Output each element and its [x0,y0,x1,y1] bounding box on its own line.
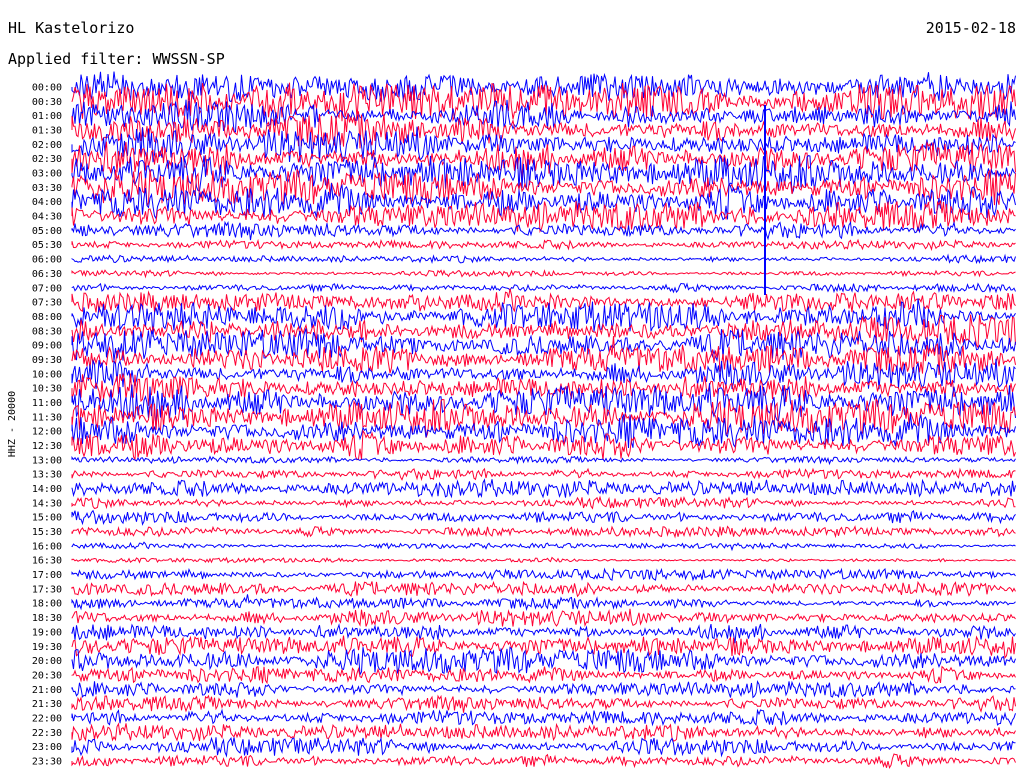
trace-line [71,608,1016,628]
time-tick-label: 00:30 [32,97,62,108]
time-tick-label: 08:30 [32,326,62,337]
trace-line [71,567,1016,582]
time-tick-label: 10:30 [32,384,62,395]
time-tick-label: 22:00 [32,713,62,724]
trace-line [71,580,1016,598]
time-tick-label: 15:00 [32,513,62,524]
time-tick-label: 13:00 [32,455,62,466]
trace-line [71,694,1016,713]
time-tick-label: 07:30 [32,298,62,309]
time-tick-label: 00:00 [32,83,62,94]
time-tick-label: 20:00 [32,656,62,667]
time-tick-label: 07:00 [32,283,62,294]
time-tick-label: 11:00 [32,398,62,409]
time-tick-label: 21:00 [32,685,62,696]
time-tick-label: 13:30 [32,470,62,481]
time-tick-label: 05:00 [32,226,62,237]
trace-line [71,269,1016,279]
trace-line [71,736,1016,758]
trace-line [71,509,1016,526]
time-tick-label: 16:30 [32,556,62,567]
time-tick-label: 04:00 [32,197,62,208]
time-tick-label: 19:00 [32,627,62,638]
trace-line [71,495,1016,510]
time-tick-label: 14:30 [32,498,62,509]
trace-line [71,722,1016,742]
trace-line [71,467,1016,482]
time-tick-label: 04:30 [32,212,62,223]
trace-line [71,82,1016,122]
trace-line [71,478,1016,499]
time-tick-label: 20:30 [32,670,62,681]
trace-line [71,753,1016,770]
time-tick-label: 11:30 [32,412,62,423]
time-tick-label: 06:00 [32,255,62,266]
time-tick-label: 21:30 [32,699,62,710]
time-tick-label: 12:30 [32,441,62,452]
time-tick-label: 18:00 [32,599,62,610]
time-tick-label: 18:30 [32,613,62,624]
time-tick-label: 03:30 [32,183,62,194]
time-tick-label: 09:00 [32,341,62,352]
time-tick-label: 02:30 [32,154,62,165]
helicorder-plot: 00:00 00:30 01:00 01:30 02:00 02:30 03:00 03:30… [32,71,1016,770]
time-tick-label: 23:30 [32,756,62,767]
time-tick-label: 17:00 [32,570,62,581]
time-tick-label: 08:00 [32,312,62,323]
time-tick-label: 23:00 [32,742,62,753]
trace-line [71,282,1016,294]
time-tick-label: 19:30 [32,642,62,653]
trace-line [71,372,1016,406]
trace-line [71,665,1016,685]
time-tick-label: 16:00 [32,541,62,552]
time-tick-label: 01:30 [32,126,62,137]
trace-line [71,220,1016,241]
time-tick-label: 12:00 [32,427,62,438]
trace-line [71,556,1016,564]
time-tick-label: 22:30 [32,728,62,739]
time-tick-label: 02:00 [32,140,62,151]
time-tick-label: 17:30 [32,584,62,595]
time-tick-label: 14:00 [32,484,62,495]
time-tick-label: 05:30 [32,240,62,251]
trace-line [71,238,1016,252]
time-tick-label: 03:00 [32,169,62,180]
time-tick-label: 15:30 [32,527,62,538]
trace-line [71,541,1016,552]
time-tick-label: 06:30 [32,269,62,280]
trace-line [71,680,1016,699]
trace-line [71,594,1016,612]
trace-line [71,525,1016,539]
trace-line [71,708,1016,727]
trace-line [71,455,1016,466]
time-tick-label: 10:00 [32,369,62,380]
time-tick-label: 01:00 [32,111,62,122]
trace-line [71,253,1016,265]
time-tick-label: 09:30 [32,355,62,366]
